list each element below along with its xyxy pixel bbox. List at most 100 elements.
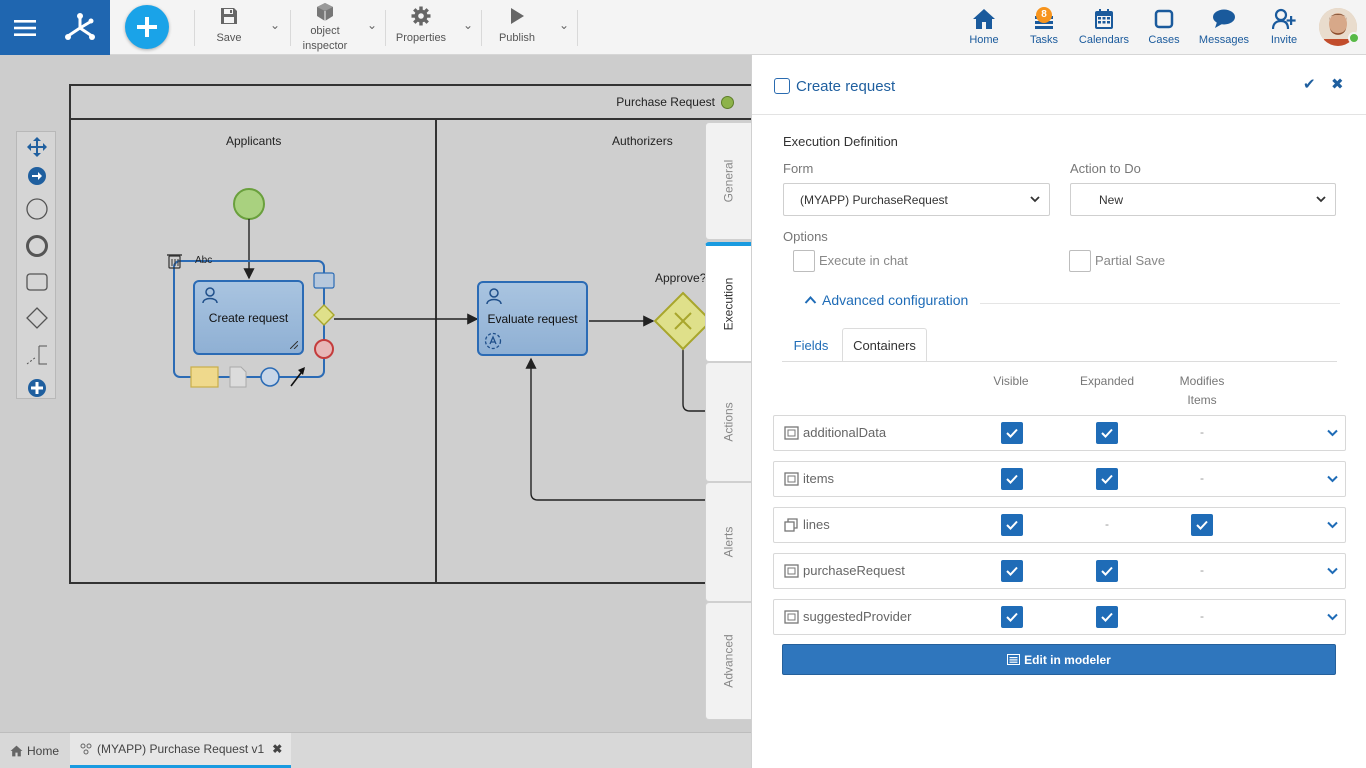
bottom-tab-bar: Home (MYAPP) Purchase Request v1 ✖ [0,732,751,768]
checkmark-icon [1101,566,1113,576]
nav-tasks[interactable]: 8 Tasks [1014,7,1074,46]
execute-in-chat-checkbox[interactable] [793,250,815,272]
partial-save-checkbox[interactable] [1069,250,1091,272]
pan-tool[interactable] [26,136,48,158]
publish-dropdown-chevron-icon[interactable]: ⌄ [559,18,569,32]
close-panel-icon[interactable]: ✖ [1331,75,1344,93]
gateway-tool[interactable] [26,307,48,329]
edit-in-modeler-button[interactable]: Edit in modeler [782,644,1336,675]
save-dropdown-chevron-icon[interactable]: ⌄ [270,18,280,32]
create-new-button[interactable] [125,5,169,49]
home-icon [973,9,995,29]
visible-checkbox[interactable] [1001,514,1023,536]
nav-invite[interactable]: Invite [1254,8,1314,46]
container-row[interactable]: items - [773,461,1346,497]
play-icon [511,8,524,24]
circle-thin-icon [26,198,48,220]
inspector-dropdown-chevron-icon[interactable]: ⌄ [367,18,377,32]
chevron-down-icon[interactable] [1326,564,1339,577]
start-event-tool[interactable] [26,198,48,220]
visible-checkbox[interactable] [1001,468,1023,490]
modifies-items-checkbox[interactable] [1191,514,1213,536]
container-row[interactable]: additionalData - [773,415,1346,451]
modifies-items-empty: - [1200,471,1204,485]
calendar-icon [1095,9,1113,29]
toolbar-divider [481,10,482,46]
text-annotation-tool[interactable]: Abc [195,255,212,266]
process-icon [80,743,92,755]
chevron-down-icon[interactable] [1326,472,1339,485]
chevron-down-icon[interactable] [1326,426,1339,439]
vtab-alerts-label: Alerts [721,526,736,558]
properties-label: Properties [395,32,447,44]
task-tool[interactable] [26,271,48,293]
container-row[interactable]: lines - [773,507,1346,543]
expanded-checkbox[interactable] [1096,606,1118,628]
bottom-tab-process-label: (MYAPP) Purchase Request v1 [97,742,265,756]
form-label: Form [783,161,814,176]
vtab-actions[interactable]: Actions [705,362,751,482]
hamburger-menu-button[interactable] [0,0,50,55]
task-create-request[interactable]: Create request [193,280,304,355]
section-execution-definition: Execution Definition [783,134,898,149]
bottom-tab-home[interactable]: Home [10,733,59,768]
vtab-execution-label: Execution [721,277,736,330]
form-select-value: (MYAPP) PurchaseRequest [800,192,948,207]
vtab-advanced[interactable]: Advanced [705,602,751,720]
container-frame-icon [784,610,799,624]
end-event-tool[interactable] [26,235,48,257]
action-to-do-value: New [1099,192,1124,207]
action-to-do-select[interactable]: New [1070,183,1336,216]
checkmark-icon [1101,612,1113,622]
column-modifies-items-line1: Modifies [1179,374,1225,388]
nav-calendars[interactable]: Calendars [1074,8,1134,46]
association-tool[interactable] [26,343,48,365]
properties-dropdown-chevron-icon[interactable]: ⌄ [463,18,473,32]
visible-checkbox[interactable] [1001,422,1023,444]
properties-button[interactable]: Properties [395,6,447,46]
expanded-checkbox[interactable] [1096,422,1118,444]
visible-checkbox[interactable] [1001,606,1023,628]
element-square-icon [774,78,790,94]
checkmark-icon [1006,612,1018,622]
nav-messages[interactable]: Messages [1194,8,1254,46]
gear-icon [411,6,431,26]
expanded-checkbox[interactable] [1096,560,1118,582]
bottom-tab-process[interactable]: (MYAPP) Purchase Request v1 ✖ [70,733,291,768]
nav-cases[interactable]: Cases [1134,8,1194,46]
tab-containers-label: Containers [853,337,916,353]
container-row[interactable]: purchaseRequest - [773,553,1346,589]
publish-button[interactable]: Publish [496,6,538,46]
plus-circle-icon [28,379,46,397]
task-evaluate-request[interactable]: Evaluate request [477,281,588,356]
tool-palette [16,131,56,399]
hamburger-icon [14,19,36,36]
close-tab-icon[interactable]: ✖ [272,742,282,756]
advanced-configuration-toggle[interactable]: Advanced configuration [804,292,968,308]
vtab-general[interactable]: General [705,122,751,240]
connect-tool[interactable] [26,165,48,187]
vtab-advanced-label: Advanced [721,634,736,688]
vtab-alerts[interactable]: Alerts [705,482,751,602]
nav-home[interactable]: Home [954,8,1014,46]
tab-containers[interactable]: Containers [842,328,927,362]
tab-fields[interactable]: Fields [786,328,836,362]
save-button[interactable]: Save [212,6,246,46]
container-frame-icon [784,564,799,578]
advanced-configuration-label: Advanced configuration [822,292,969,308]
object-inspector-button[interactable]: object inspector [300,2,350,54]
chevron-down-icon[interactable] [1326,518,1339,531]
chevron-down-icon[interactable] [1326,610,1339,623]
expanded-checkbox[interactable] [1096,468,1118,490]
visible-checkbox[interactable] [1001,560,1023,582]
container-row[interactable]: suggestedProvider - [773,599,1346,635]
checkmark-icon [1006,474,1018,484]
app-logo[interactable] [50,0,110,55]
vtab-execution[interactable]: Execution [705,242,751,362]
add-element-tool[interactable] [26,377,48,399]
diagram-canvas[interactable]: Purchase Request Applicants Authorizers [0,55,751,732]
speech-bubble-icon [1213,9,1235,28]
confirm-check-icon[interactable]: ✔ [1303,75,1316,93]
form-select[interactable]: (MYAPP) PurchaseRequest [783,183,1050,216]
options-label: Options [783,229,828,244]
